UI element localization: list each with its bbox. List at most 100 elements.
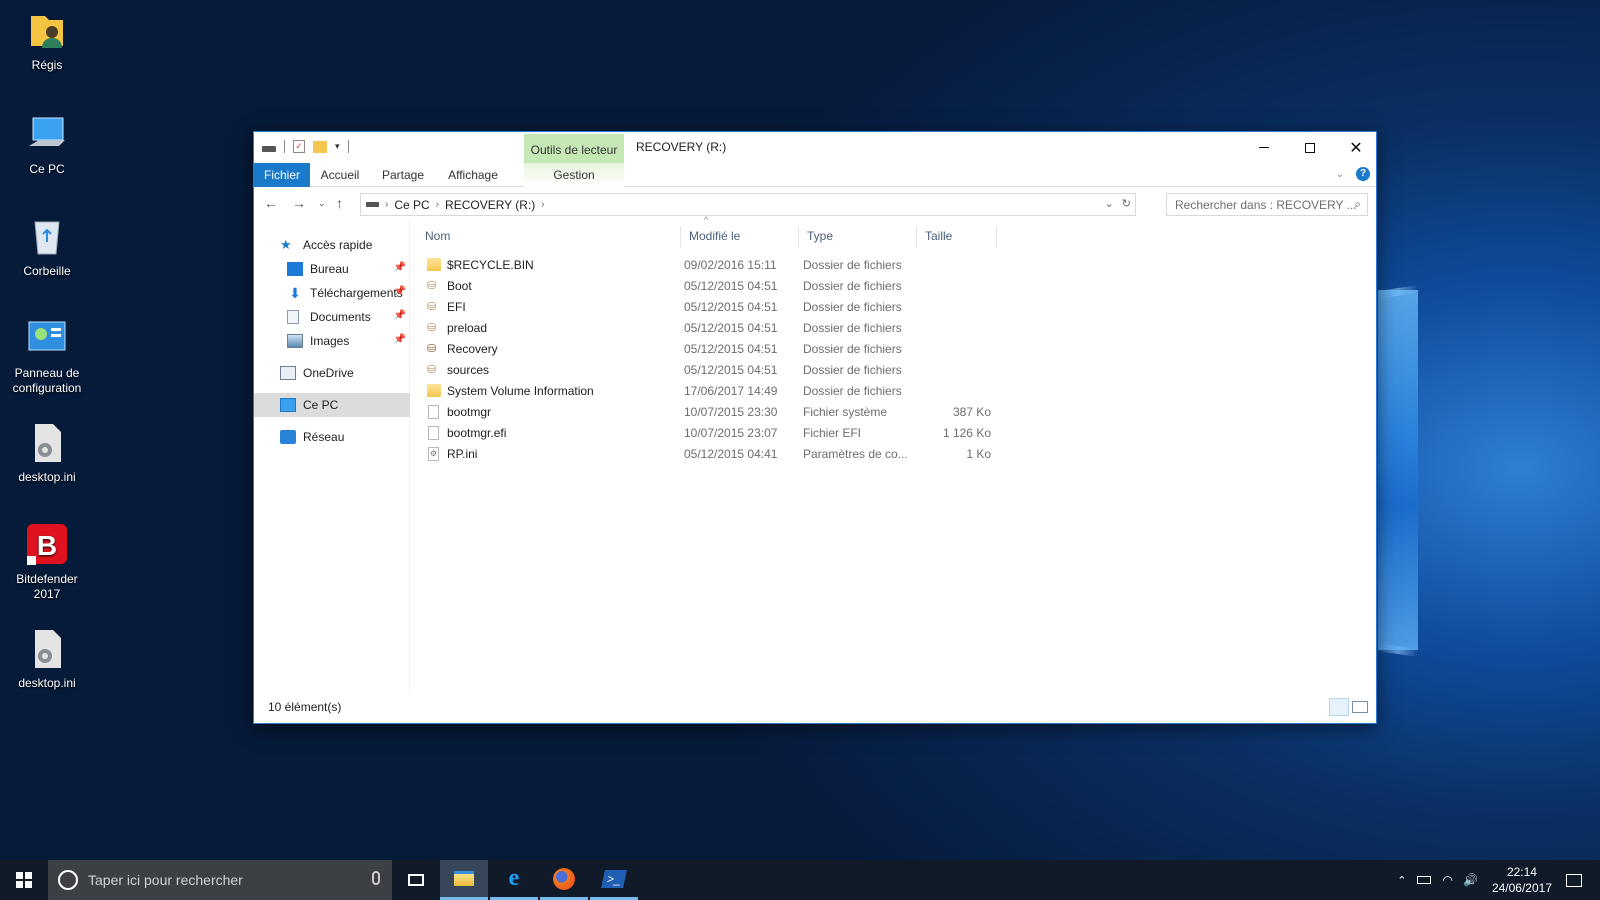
table-row[interactable]: ⛁ preload 05/12/2015 04:51 Dossier de fi…	[411, 318, 991, 339]
taskbar-app-powershell[interactable]: >_	[590, 860, 638, 900]
microphone-icon[interactable]	[372, 871, 380, 885]
table-row[interactable]: $RECYCLE.BIN 09/02/2016 15:11 Dossier de…	[411, 255, 991, 276]
taskbar: Taper ici pour rechercher e >_ ⌃ ◠ 🔊 22:…	[0, 860, 1600, 900]
show-hidden-icons-icon[interactable]: ⌃	[1397, 874, 1406, 887]
desktop-icon-desktop-ini[interactable]: desktop.ini	[2, 420, 92, 485]
nav-item-documents[interactable]: Documents 📌	[254, 305, 410, 329]
properties-icon[interactable]: ✓	[293, 140, 305, 153]
file-icon	[428, 426, 439, 440]
taskbar-app-edge[interactable]: e	[490, 860, 538, 900]
onedrive-icon	[280, 366, 296, 380]
table-row[interactable]: bootmgr.efi 10/07/2015 23:07 Fichier EFI…	[411, 423, 991, 444]
table-row[interactable]: System Volume Information 17/06/2017 14:…	[411, 381, 991, 402]
nav-item-telechargements[interactable]: ⬇ Téléchargements 📌	[254, 281, 410, 305]
minimize-button[interactable]	[1241, 132, 1287, 163]
desktop-icon-label: Panneau de configuration	[12, 366, 82, 395]
new-folder-icon[interactable]	[313, 140, 327, 153]
pin-icon[interactable]: 📌	[394, 262, 406, 273]
view-switcher	[1329, 698, 1368, 716]
desktop-icon-desktop-ini-2[interactable]: desktop.ini	[2, 626, 92, 691]
customize-toolbar-icon[interactable]: ▾	[335, 141, 340, 152]
address-dropdown-icon[interactable]: ⌄	[1105, 197, 1114, 210]
close-button[interactable]: ✕	[1333, 132, 1379, 163]
battery-icon[interactable]	[1416, 876, 1431, 884]
wifi-icon[interactable]: ◠	[1443, 873, 1453, 887]
wallpaper-window-logo	[1378, 290, 1418, 650]
task-view-button[interactable]	[392, 860, 440, 900]
desktop-icon-recycle-bin[interactable]: Corbeille	[2, 214, 92, 279]
nav-item-bureau[interactable]: Bureau 📌	[254, 257, 410, 281]
address-bar[interactable]: › Ce PC › RECOVERY (R:) › ⌄ ↻	[360, 193, 1136, 216]
chevron-right-icon[interactable]: ›	[541, 199, 544, 210]
recent-locations-button[interactable]: ⌄	[318, 198, 326, 209]
desktop-icon-label: desktop.ini	[18, 676, 76, 690]
start-button[interactable]	[0, 860, 48, 900]
breadcrumb-ce-pc[interactable]: Ce PC	[394, 198, 429, 212]
taskbar-app-firefox[interactable]	[540, 860, 588, 900]
column-header-taille[interactable]: Taille	[917, 226, 997, 248]
pin-icon[interactable]: 📌	[394, 286, 406, 297]
volume-icon[interactable]: 🔊	[1463, 873, 1478, 887]
nav-item-onedrive[interactable]: OneDrive	[254, 361, 410, 385]
file-icon	[428, 405, 439, 419]
nav-item-ce-pc[interactable]: Ce PC	[254, 393, 410, 417]
file-type: Fichier EFI	[803, 426, 862, 440]
desktop-icon-bitdefender[interactable]: B Bitdefender 2017	[2, 522, 92, 602]
nav-item-reseau[interactable]: Réseau	[254, 425, 410, 449]
large-icons-view-button[interactable]	[1352, 701, 1368, 713]
taskbar-search-placeholder: Taper ici pour rechercher	[88, 872, 243, 888]
title-bar[interactable]: ✓ ▾ Outils de lecteur RECOVERY (R:) ✕	[254, 132, 1376, 163]
table-row[interactable]: ⛁ EFI 05/12/2015 04:51 Dossier de fichie…	[411, 297, 991, 318]
expand-ribbon-icon[interactable]: ⌄	[1336, 169, 1344, 180]
column-header-type[interactable]: Type	[799, 226, 917, 248]
table-row[interactable]: ⛁ sources 05/12/2015 04:51 Dossier de fi…	[411, 360, 991, 381]
tab-affichage[interactable]: Affichage	[444, 163, 502, 187]
nav-item-images[interactable]: Images 📌	[254, 329, 410, 353]
action-center-icon[interactable]	[1566, 873, 1582, 887]
system-folder-icon: ⛁	[427, 322, 437, 334]
nav-item-acces-rapide[interactable]: ★ Accès rapide	[254, 233, 410, 257]
back-button[interactable]: ←	[264, 195, 278, 211]
clock[interactable]: 22:14 24/06/2017	[1492, 864, 1552, 896]
taskbar-app-file-explorer[interactable]	[440, 860, 488, 900]
tab-fichier[interactable]: Fichier	[254, 163, 310, 187]
nav-label: OneDrive	[303, 366, 354, 380]
star-icon: ★	[280, 237, 292, 252]
powershell-icon: >_	[601, 869, 627, 888]
refresh-icon[interactable]: ↻	[1122, 197, 1131, 210]
desktop-icon-control-panel[interactable]: Panneau de configuration	[2, 316, 92, 396]
explorer-window: ✓ ▾ Outils de lecteur RECOVERY (R:) ✕ Fi…	[253, 131, 1377, 724]
tab-accueil[interactable]: Accueil	[318, 163, 362, 187]
help-icon[interactable]: ?	[1356, 167, 1370, 181]
file-name: preload	[447, 321, 488, 335]
column-header-nom[interactable]: Nom	[417, 226, 681, 248]
pin-icon[interactable]: 📌	[394, 334, 406, 345]
minimize-icon	[1259, 147, 1269, 148]
breadcrumb-recovery[interactable]: RECOVERY (R:)	[445, 198, 535, 212]
settings-file-icon	[25, 626, 69, 670]
pin-icon[interactable]: 📌	[394, 310, 406, 321]
maximize-icon	[1305, 142, 1315, 153]
maximize-button[interactable]	[1287, 132, 1333, 163]
column-header-modifie[interactable]: Modifié le	[681, 226, 799, 248]
desktop-icon-this-pc[interactable]: Ce PC	[2, 112, 92, 177]
clock-time: 22:14	[1506, 865, 1537, 879]
table-row[interactable]: ⛁ Recovery 05/12/2015 04:51 Dossier de f…	[411, 339, 991, 360]
search-input[interactable]: Rechercher dans : RECOVERY ... ⌕	[1166, 193, 1368, 216]
chevron-right-icon[interactable]: ›	[436, 199, 439, 210]
tab-partage[interactable]: Partage	[378, 163, 428, 187]
tab-gestion[interactable]: Gestion	[524, 163, 624, 187]
taskbar-search-box[interactable]: Taper ici pour rechercher	[48, 860, 392, 900]
details-view-button[interactable]	[1329, 698, 1349, 716]
forward-button[interactable]: →	[292, 195, 306, 211]
desktop-icon-user[interactable]: Régis	[2, 8, 92, 73]
table-row[interactable]: ⛁ Boot 05/12/2015 04:51 Dossier de fichi…	[411, 276, 991, 297]
system-folder-icon: ⛁	[427, 280, 437, 292]
system-folder-icon: ⛁	[427, 364, 437, 376]
table-row[interactable]: bootmgr 10/07/2015 23:30 Fichier système…	[411, 402, 991, 423]
up-button[interactable]: ↑	[336, 195, 343, 211]
chevron-right-icon[interactable]: ›	[385, 199, 388, 210]
table-row[interactable]: ⚙ RP.ini 05/12/2015 04:41 Paramètres de …	[411, 444, 991, 465]
search-icon[interactable]: ⌕	[1354, 197, 1361, 212]
ribbon-controls: ⌄ ?	[1336, 167, 1370, 181]
